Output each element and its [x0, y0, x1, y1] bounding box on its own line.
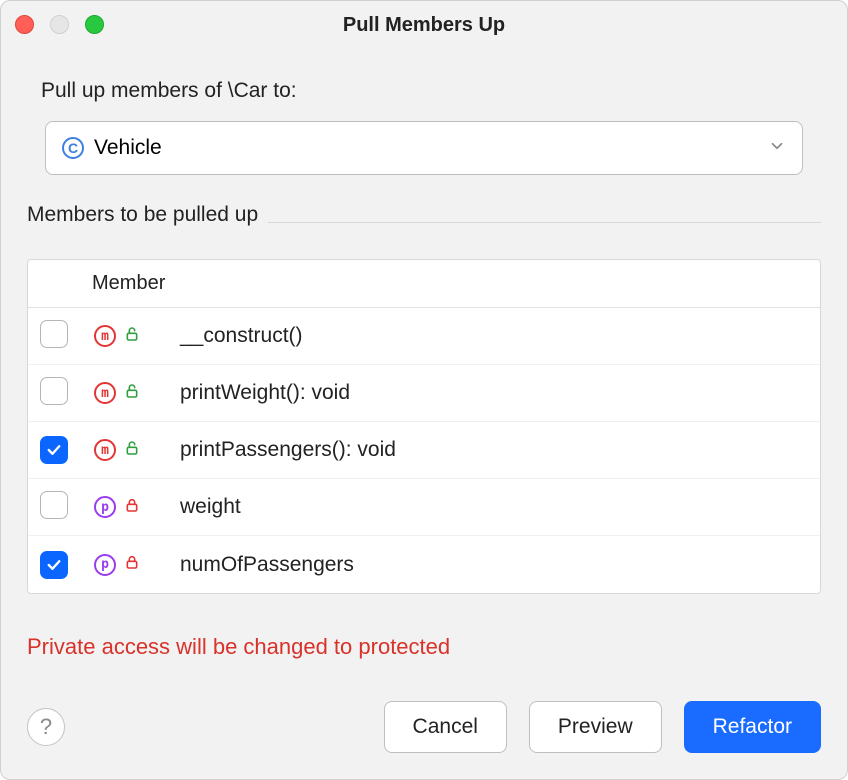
dialog-title: Pull Members Up: [343, 14, 505, 37]
member-label: printWeight(): void: [180, 381, 350, 404]
prompt-label: Pull up members of \Car to:: [41, 79, 821, 103]
members-table-header: Member: [28, 260, 820, 308]
member-checkbox[interactable]: [40, 377, 68, 405]
dialog-content: Pull up members of \Car to: C Vehicle Me…: [1, 49, 847, 679]
member-row: p weight: [28, 479, 820, 536]
window-controls: [15, 15, 104, 34]
member-label: numOfPassengers: [180, 553, 354, 576]
member-label: weight: [180, 495, 241, 518]
member-checkbox[interactable]: [40, 491, 68, 519]
titlebar: Pull Members Up: [1, 1, 847, 49]
warning-text: Private access will be changed to protec…: [27, 634, 821, 660]
member-row: p numOfPassengers: [28, 536, 820, 593]
method-icon: m: [94, 325, 116, 347]
member-checkbox[interactable]: [40, 436, 68, 464]
member-row: m __construct(): [28, 308, 820, 365]
dialog-footer: ? Cancel Preview Refactor: [1, 679, 847, 779]
member-checkbox[interactable]: [40, 551, 68, 579]
member-label: printPassengers(): void: [180, 438, 396, 461]
lock-open-icon: [124, 440, 140, 461]
member-label: __construct(): [180, 324, 303, 347]
member-column-header: Member: [80, 272, 820, 295]
class-icon: C: [62, 137, 84, 159]
members-section-header: Members to be pulled up: [27, 203, 821, 235]
cancel-button[interactable]: Cancel: [384, 701, 507, 753]
lock-closed-icon: [124, 554, 140, 575]
member-row: m printWeight(): void: [28, 365, 820, 422]
refactor-button[interactable]: Refactor: [684, 701, 821, 753]
members-table: Member m__construct()mprintWeight(): voi…: [27, 259, 821, 594]
preview-button[interactable]: Preview: [529, 701, 662, 753]
minimize-window-button[interactable]: [50, 15, 69, 34]
property-icon: p: [94, 496, 116, 518]
member-row: m printPassengers(): void: [28, 422, 820, 479]
method-icon: m: [94, 439, 116, 461]
target-class-field: C Vehicle: [45, 121, 803, 175]
dialog-window: Pull Members Up Pull up members of \Car …: [0, 0, 848, 780]
close-window-button[interactable]: [15, 15, 34, 34]
lock-open-icon: [124, 326, 140, 347]
lock-closed-icon: [124, 497, 140, 518]
help-button[interactable]: ?: [27, 708, 65, 746]
zoom-window-button[interactable]: [85, 15, 104, 34]
property-icon: p: [94, 554, 116, 576]
member-checkbox[interactable]: [40, 320, 68, 348]
members-section-label: Members to be pulled up: [27, 203, 258, 233]
chevron-down-icon: [768, 137, 786, 160]
target-class-dropdown[interactable]: C Vehicle: [45, 121, 803, 175]
target-class-label: Vehicle: [94, 136, 768, 160]
method-icon: m: [94, 382, 116, 404]
lock-open-icon: [124, 383, 140, 404]
